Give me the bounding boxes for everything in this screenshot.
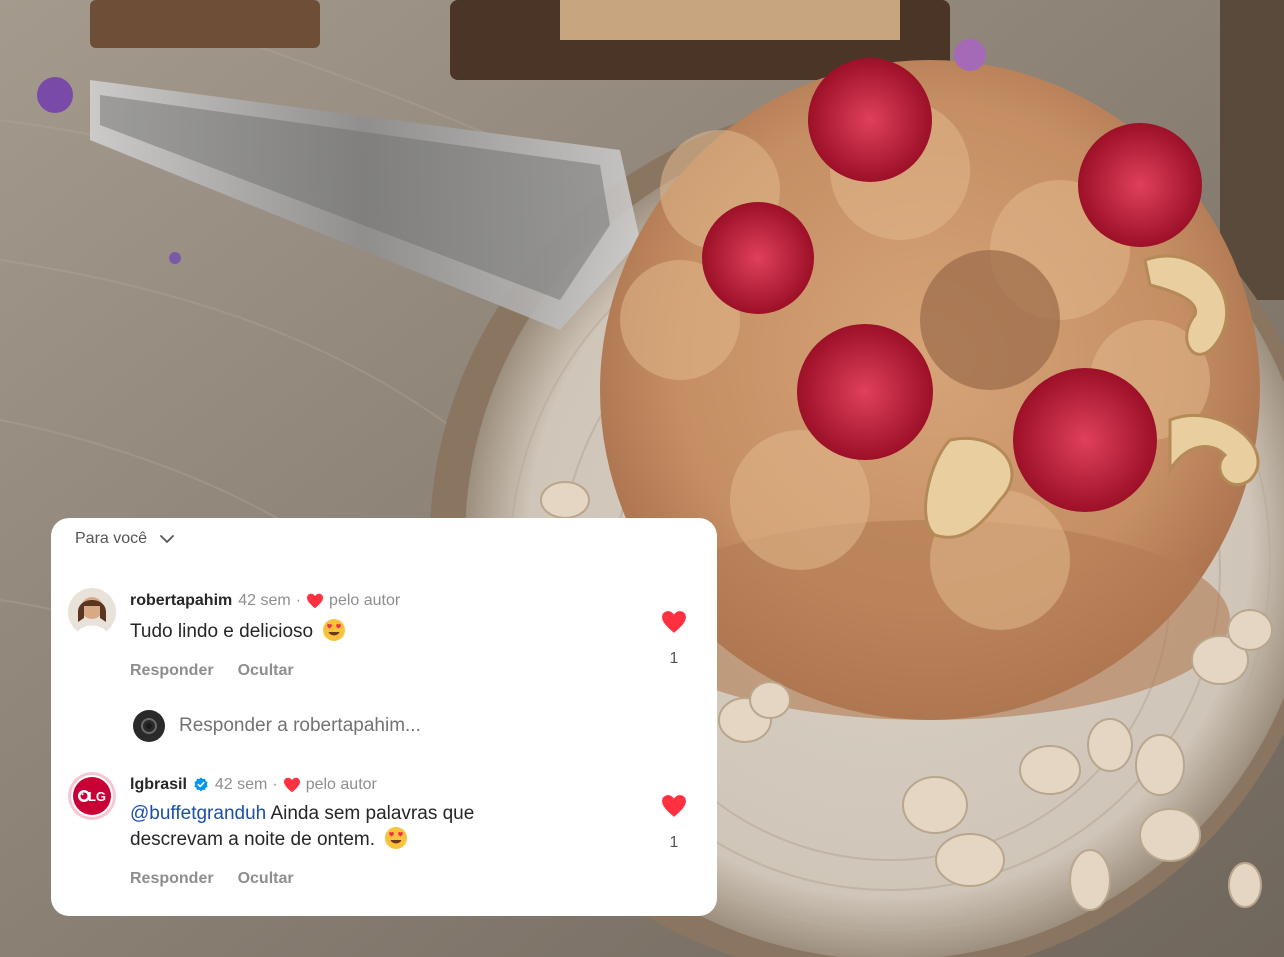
comment-text-block: Tudo lindo e delicioso: [130, 618, 570, 644]
svg-text:LG: LG: [88, 789, 106, 804]
comment-text: Tudo lindo e delicioso: [130, 621, 314, 642]
comment-filter-label: Para você: [75, 530, 148, 547]
heart-eyes-emoji-icon: [323, 619, 346, 641]
hide-button[interactable]: Ocultar: [238, 870, 294, 892]
reply-button[interactable]: Responder: [130, 662, 214, 684]
meta-separator: ·: [295, 592, 302, 609]
comment-username[interactable]: robertapahim: [130, 592, 232, 610]
verified-badge-icon: [194, 777, 208, 792]
reply-input[interactable]: [179, 715, 599, 737]
author-liked-heart-icon: [283, 777, 300, 793]
comment-filter-dropdown[interactable]: Para você: [75, 528, 175, 550]
reply-button[interactable]: Responder: [130, 870, 214, 892]
liked-by-author-label: pelo autor: [305, 776, 377, 793]
avatar[interactable]: LG: [68, 772, 116, 820]
author-liked-heart-icon: [307, 593, 324, 609]
comment-time: 42 sem: [214, 776, 268, 793]
heart-eyes-emoji-icon: [385, 827, 408, 849]
like-heart-icon[interactable]: [661, 794, 687, 818]
chevron-down-icon: [160, 535, 174, 543]
comment-actions: Responder Ocultar: [130, 662, 294, 684]
comments-card: Para você robertapahim 42 sem · pelo aut…: [51, 518, 717, 916]
mention-link[interactable]: @buffetgranduh: [130, 803, 266, 824]
liked-by-author-label: pelo autor: [329, 592, 401, 609]
like-count: 1: [669, 650, 679, 667]
meta-separator: ·: [272, 776, 278, 793]
hide-button[interactable]: Ocultar: [238, 662, 294, 684]
comment-time: 42 sem: [238, 592, 291, 609]
current-user-avatar: [133, 710, 165, 742]
reply-row: [133, 710, 599, 742]
like-heart-icon[interactable]: [661, 610, 687, 634]
avatar[interactable]: [68, 588, 116, 636]
comment-text-block: @buffetgranduh Ainda sem palavras que de…: [130, 802, 570, 852]
camera-lens-icon: [141, 718, 157, 734]
comment-username[interactable]: lgbrasil: [130, 776, 187, 794]
like-count: 1: [669, 834, 679, 851]
comment-actions: Responder Ocultar: [130, 870, 294, 892]
